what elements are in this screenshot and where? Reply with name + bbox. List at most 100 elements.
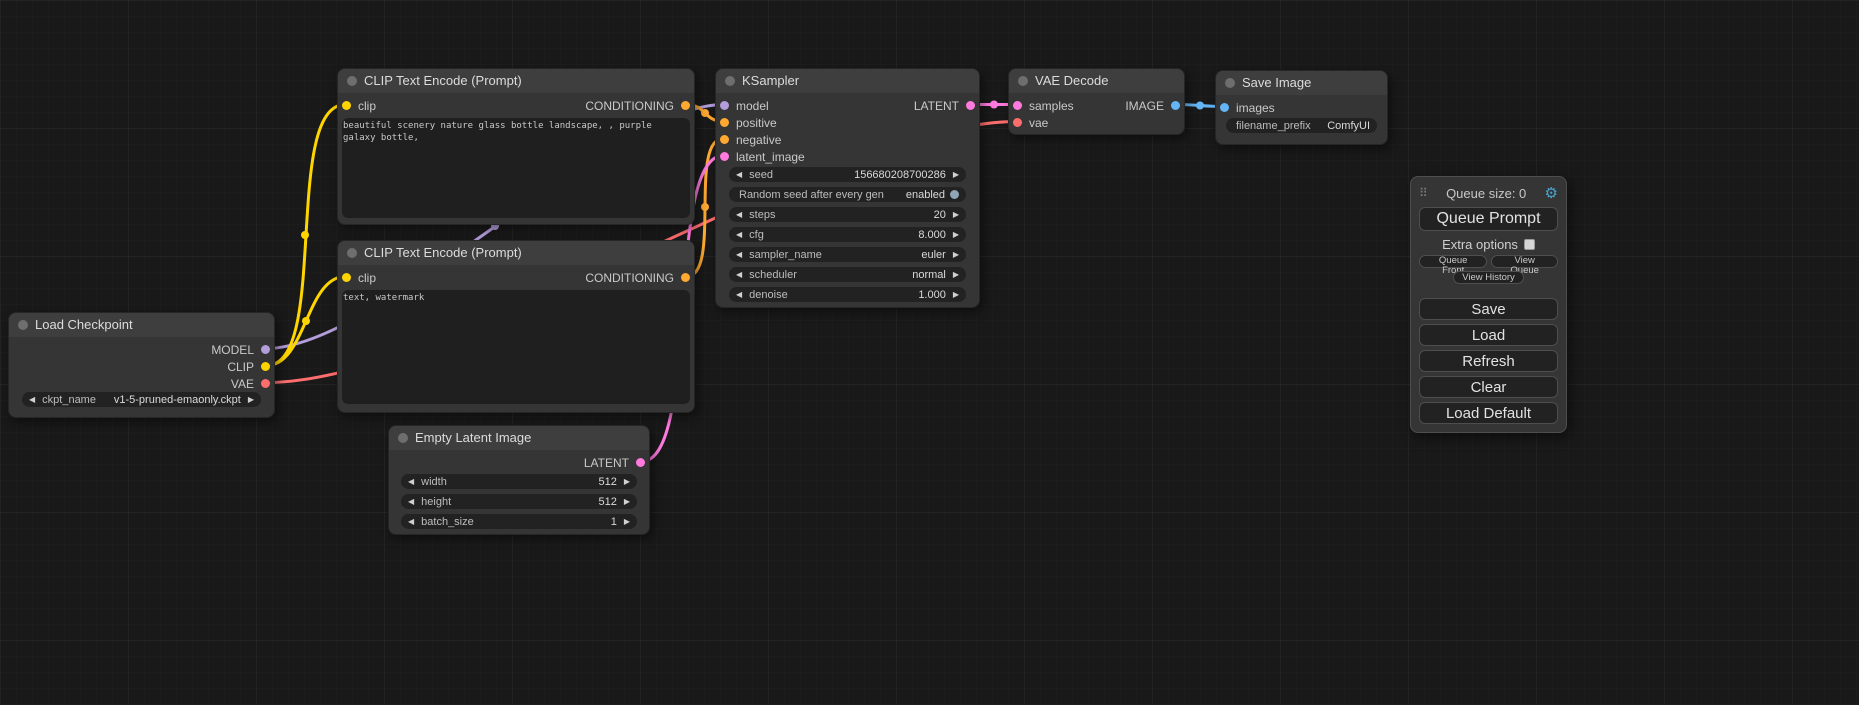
output-label-conditioning: CONDITIONING [585,99,674,113]
clear-button[interactable]: Clear [1419,376,1558,398]
arrow-left-icon[interactable]: ◀ [736,207,742,222]
node-save-image[interactable]: Save Image images filename_prefix ComfyU… [1215,70,1388,145]
arrow-right-icon[interactable]: ▶ [953,267,959,282]
load-button[interactable]: Load [1419,324,1558,346]
refresh-button[interactable]: Refresh [1419,350,1558,372]
input-slot-positive[interactable] [720,118,729,127]
arrow-left-icon[interactable]: ◀ [408,514,414,529]
gear-icon[interactable]: ⚙ [1545,184,1558,202]
widget-name: cfg [749,229,764,241]
node-clip-text-encode-positive[interactable]: CLIP Text Encode (Prompt) clip CONDITION… [337,68,695,225]
toggle-knob-icon[interactable] [950,190,959,199]
arrow-left-icon[interactable]: ◀ [736,267,742,282]
arrow-left-icon[interactable]: ◀ [736,287,742,302]
input-slot-model[interactable] [720,101,729,110]
input-slot-samples[interactable] [1013,101,1022,110]
node-title: Empty Latent Image [415,430,531,445]
collapse-dot-icon[interactable] [398,433,408,443]
node-title-bar[interactable]: Save Image [1216,71,1387,95]
arrow-right-icon[interactable]: ▶ [953,287,959,302]
load-default-button[interactable]: Load Default [1419,402,1558,424]
node-load-checkpoint[interactable]: Load Checkpoint MODEL CLIP VAE ◀ ckpt_na… [8,312,275,418]
node-title-bar[interactable]: VAE Decode [1009,69,1184,93]
node-ksampler[interactable]: KSampler model LATENT positive negative … [715,68,980,308]
input-slot-vae[interactable] [1013,118,1022,127]
arrow-left-icon[interactable]: ◀ [736,247,742,262]
widget-cfg[interactable]: ◀ cfg 8.000 ▶ [729,227,966,242]
widget-ckpt-name[interactable]: ◀ ckpt_name v1-5-pruned-emaonly.ckpt ▶ [22,392,261,407]
arrow-right-icon[interactable]: ▶ [953,227,959,242]
node-title-bar[interactable]: KSampler [716,69,979,93]
output-slot-image[interactable] [1171,101,1180,110]
input-slot-clip[interactable] [342,273,351,282]
node-empty-latent-image[interactable]: Empty Latent Image LATENT ◀ width 512 ▶ … [388,425,650,535]
collapse-dot-icon[interactable] [347,248,357,258]
arrow-right-icon[interactable]: ▶ [248,392,254,407]
widget-steps[interactable]: ◀ steps 20 ▶ [729,207,966,222]
node-title-bar[interactable]: Empty Latent Image [389,426,649,450]
input-slot-latent-image[interactable] [720,152,729,161]
arrow-right-icon[interactable]: ▶ [624,494,630,509]
widget-height[interactable]: ◀ height 512 ▶ [401,494,637,509]
output-slot-latent[interactable] [636,458,645,467]
arrow-right-icon[interactable]: ▶ [953,207,959,222]
widget-filename-prefix[interactable]: filename_prefix ComfyUI [1226,118,1377,133]
arrow-left-icon[interactable]: ◀ [408,474,414,489]
output-label-latent: LATENT [914,99,959,113]
input-label-images: images [1236,101,1275,115]
output-slot-model[interactable] [261,345,270,354]
widget-seed[interactable]: ◀ seed 156680208700286 ▶ [729,167,966,182]
widget-value: 8.000 [918,229,946,241]
input-slot-clip[interactable] [342,101,351,110]
arrow-right-icon[interactable]: ▶ [953,167,959,182]
arrow-left-icon[interactable]: ◀ [736,167,742,182]
queue-prompt-button[interactable]: Queue Prompt [1419,207,1558,231]
node-clip-text-encode-negative[interactable]: CLIP Text Encode (Prompt) clip CONDITION… [337,240,695,413]
input-slot-negative[interactable] [720,135,729,144]
arrow-left-icon[interactable]: ◀ [408,494,414,509]
queue-front-button[interactable]: Queue Front [1419,255,1487,268]
collapse-dot-icon[interactable] [347,76,357,86]
save-button[interactable]: Save [1419,298,1558,320]
node-graph-canvas[interactable]: { "colors": { "model": "#B39DDB", "clip"… [0,0,1859,705]
output-slot-conditioning[interactable] [681,101,690,110]
node-vae-decode[interactable]: VAE Decode samples IMAGE vae [1008,68,1185,135]
arrow-right-icon[interactable]: ▶ [624,514,630,529]
widget-value: euler [921,249,945,261]
drag-handle-icon[interactable]: ⠿ [1419,186,1428,200]
view-history-button[interactable]: View History [1453,271,1524,284]
widget-batch-size[interactable]: ◀ batch_size 1 ▶ [401,514,637,529]
view-queue-button[interactable]: View Queue [1491,255,1558,268]
arrow-left-icon[interactable]: ◀ [736,227,742,242]
output-row-vae: VAE [9,375,274,392]
collapse-dot-icon[interactable] [1018,76,1028,86]
arrow-right-icon[interactable]: ▶ [953,247,959,262]
output-slot-clip[interactable] [261,362,270,371]
extra-options-checkbox[interactable] [1524,239,1535,250]
node-title-bar[interactable]: Load Checkpoint [9,313,274,337]
output-label-conditioning: CONDITIONING [585,271,674,285]
widget-random-seed-toggle[interactable]: Random seed after every gen enabled [729,187,966,202]
negative-prompt-textarea[interactable]: text, watermark [342,290,690,404]
output-slot-vae[interactable] [261,379,270,388]
widget-denoise[interactable]: ◀ denoise 1.000 ▶ [729,287,966,302]
widget-sampler-name[interactable]: ◀ sampler_name euler ▶ [729,247,966,262]
collapse-dot-icon[interactable] [18,320,28,330]
slot-row-latent-image: latent_image [716,148,979,165]
arrow-left-icon[interactable]: ◀ [29,392,35,407]
arrow-right-icon[interactable]: ▶ [624,474,630,489]
input-slot-images[interactable] [1220,103,1229,112]
node-title-bar[interactable]: CLIP Text Encode (Prompt) [338,69,694,93]
input-label-negative: negative [736,133,781,147]
collapse-dot-icon[interactable] [1225,78,1235,88]
widget-scheduler[interactable]: ◀ scheduler normal ▶ [729,267,966,282]
node-title-bar[interactable]: CLIP Text Encode (Prompt) [338,241,694,265]
output-slot-conditioning[interactable] [681,273,690,282]
slot-row: clip CONDITIONING [338,97,694,114]
input-label-vae: vae [1029,116,1048,130]
widget-width[interactable]: ◀ width 512 ▶ [401,474,637,489]
node-title: KSampler [742,73,799,88]
output-slot-latent[interactable] [966,101,975,110]
positive-prompt-textarea[interactable]: beautiful scenery nature glass bottle la… [342,118,690,218]
collapse-dot-icon[interactable] [725,76,735,86]
